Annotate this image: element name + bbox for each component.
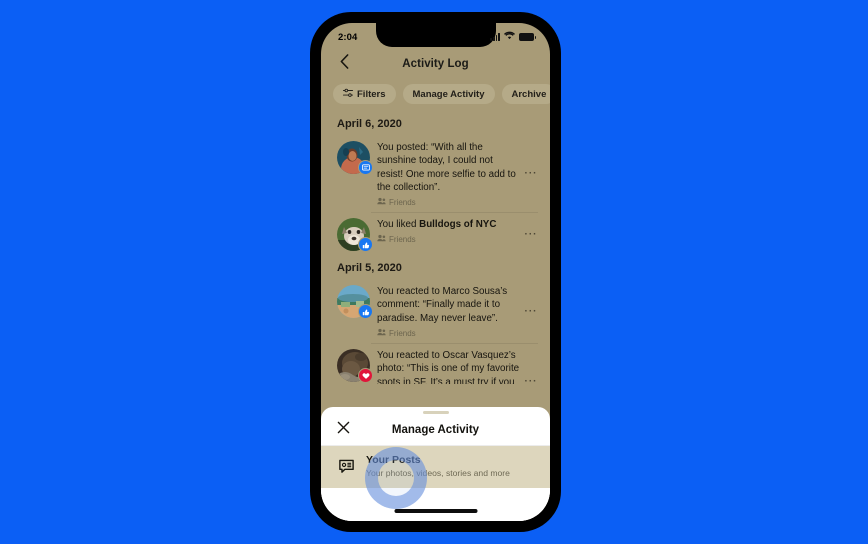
sheet-option-subtitle: Your photos, videos, stories and more bbox=[366, 468, 510, 478]
filter-pill-archive[interactable]: Archive bbox=[501, 84, 550, 104]
row-more-options-button[interactable]: ··· bbox=[522, 373, 540, 384]
activity-row[interactable]: You reacted to Oscar Vasquez’s photo: “T… bbox=[321, 343, 550, 384]
sheet-title: Manage Activity bbox=[391, 423, 480, 436]
filter-pill-label: Archive bbox=[511, 88, 547, 100]
back-button[interactable] bbox=[335, 53, 353, 75]
like-badge bbox=[358, 304, 373, 320]
sheet-option-your-posts[interactable]: Your Posts Your photos, videos, stories … bbox=[321, 446, 550, 488]
activity-body: You liked Bulldogs of NYC Friends bbox=[377, 217, 520, 244]
activity-text-emphasis: Bulldogs of NYC bbox=[419, 219, 497, 231]
nav-header: Activity Log bbox=[321, 49, 550, 79]
activity-body: You reacted to Marco Sousa’s comment: “F… bbox=[377, 284, 520, 338]
activity-body: You posted: “With all the sunshine today… bbox=[377, 140, 520, 207]
avatar[interactable] bbox=[337, 349, 373, 384]
status-bar: 2:04 bbox=[321, 23, 550, 49]
audience-text: Friends bbox=[389, 234, 416, 244]
activity-text: You reacted to Marco Sousa’s comment: “F… bbox=[377, 286, 508, 324]
activity-body: You reacted to Oscar Vasquez’s photo: “T… bbox=[377, 348, 520, 384]
sheet-footer bbox=[321, 488, 550, 521]
activity-row[interactable]: You liked Bulldogs of NYC Friends ··· bbox=[321, 212, 550, 256]
status-icons bbox=[490, 29, 536, 43]
posts-icon bbox=[337, 457, 356, 476]
avatar[interactable] bbox=[337, 141, 373, 175]
sheet-option-title: Your Posts bbox=[366, 454, 421, 466]
filter-pill-label: Filters bbox=[357, 88, 386, 100]
manage-activity-sheet[interactable]: Manage Activity Your Posts Your photos, … bbox=[321, 407, 550, 521]
activity-feed[interactable]: April 6, 2020 You posted: “With all the … bbox=[321, 112, 550, 384]
like-badge bbox=[358, 237, 373, 253]
filter-pill-row[interactable]: Filters Manage Activity Archive T bbox=[321, 79, 550, 112]
love-badge bbox=[358, 368, 373, 384]
row-more-options-button[interactable]: ··· bbox=[522, 302, 540, 320]
audience-label: Friends bbox=[377, 234, 520, 244]
activity-text: You reacted to Oscar Vasquez’s photo: “T… bbox=[377, 350, 520, 384]
avatar[interactable] bbox=[337, 285, 373, 320]
row-more-options-button[interactable]: ··· bbox=[522, 225, 540, 243]
home-indicator bbox=[394, 509, 477, 513]
battery-icon bbox=[519, 33, 536, 41]
friends-icon bbox=[377, 234, 386, 244]
activity-text: You posted: “With all the sunshine today… bbox=[377, 142, 516, 193]
audience-label: Friends bbox=[377, 328, 520, 338]
page-title: Activity Log bbox=[402, 58, 469, 70]
date-heading: April 6, 2020 bbox=[337, 118, 402, 130]
wifi-icon bbox=[504, 31, 515, 43]
status-time: 2:04 bbox=[338, 31, 358, 43]
post-badge bbox=[358, 160, 373, 175]
close-icon bbox=[337, 421, 350, 439]
activity-row[interactable]: You posted: “With all the sunshine today… bbox=[321, 135, 550, 212]
date-heading: April 5, 2020 bbox=[337, 262, 402, 275]
friends-icon bbox=[377, 197, 386, 207]
close-button[interactable] bbox=[335, 421, 351, 439]
cellular-signal-icon bbox=[490, 33, 500, 41]
filter-pill-manage-activity[interactable]: Manage Activity bbox=[402, 84, 495, 104]
sheet-header: Manage Activity bbox=[321, 414, 550, 446]
phone-frame: 2:04 Activity Log Filters Manage Activit… bbox=[311, 13, 560, 531]
chevron-left-icon bbox=[340, 54, 349, 74]
sliders-icon bbox=[342, 88, 354, 101]
activity-text: You liked Bulldogs of NYC bbox=[377, 218, 520, 231]
sheet-option-text: Your Posts Your photos, videos, stories … bbox=[366, 454, 510, 479]
audience-label: Friends bbox=[377, 197, 520, 207]
friends-icon bbox=[377, 328, 386, 338]
activity-text-prefix: You liked bbox=[377, 219, 420, 231]
audience-text: Friends bbox=[389, 197, 416, 207]
audience-text: Friends bbox=[389, 328, 416, 338]
activity-row[interactable]: You reacted to Marco Sousa’s comment: “F… bbox=[321, 279, 550, 343]
filter-pill-filters[interactable]: Filters bbox=[333, 84, 396, 104]
filter-pill-label: Manage Activity bbox=[412, 88, 485, 100]
avatar[interactable] bbox=[337, 218, 373, 253]
phone-screen: 2:04 Activity Log Filters Manage Activit… bbox=[321, 23, 550, 521]
row-more-options-button[interactable]: ··· bbox=[522, 165, 540, 183]
